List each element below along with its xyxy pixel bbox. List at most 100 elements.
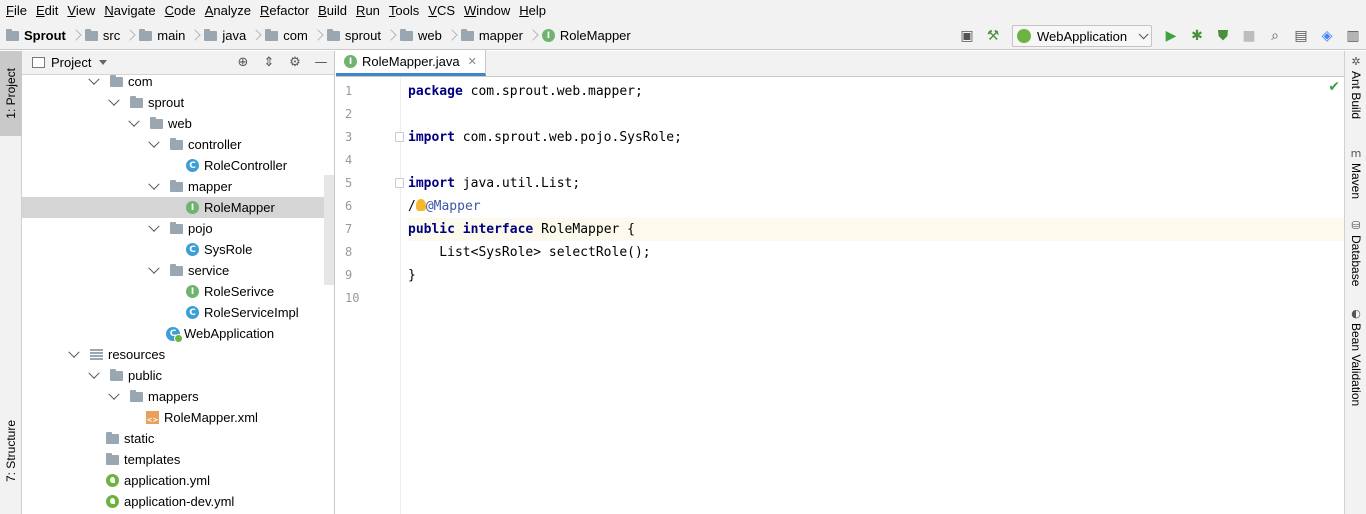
breadcrumb-web[interactable]: web xyxy=(399,22,444,50)
menu-window[interactable]: Window xyxy=(460,0,515,22)
tool-tab-ant-build[interactable]: ✲ Ant Build xyxy=(1345,55,1366,119)
close-icon[interactable]: ✕ xyxy=(468,55,477,68)
menu-run[interactable]: Run xyxy=(352,0,385,22)
code-line[interactable]: import com.sprout.web.pojo.SysRole; xyxy=(408,126,1344,149)
run-icon[interactable]: ▶ xyxy=(1160,25,1182,47)
menu-navigate[interactable]: Navigate xyxy=(100,0,160,22)
chevron-down-icon[interactable] xyxy=(108,388,120,400)
debug-icon[interactable]: ✱ xyxy=(1186,25,1208,47)
run-configuration-select[interactable]: WebApplication xyxy=(1012,25,1152,47)
project-structure-icon[interactable]: ▤ xyxy=(1290,25,1312,47)
tree-item-roleserviceimpl[interactable]: C RoleServiceImpl xyxy=(22,302,334,323)
project-panel-title[interactable]: Project xyxy=(51,55,91,70)
code-lines[interactable]: package com.sprout.web.mapper; import com… xyxy=(408,77,1344,310)
code-line[interactable] xyxy=(408,287,1344,310)
menu-file[interactable]: File xyxy=(2,0,32,22)
breadcrumb-mapper[interactable]: mapper xyxy=(460,22,525,50)
lightbulb-icon[interactable] xyxy=(415,199,426,211)
code-line[interactable]: package com.sprout.web.mapper; xyxy=(408,80,1344,103)
menu-refactor[interactable]: Refactor xyxy=(256,0,314,22)
breadcrumb-java[interactable]: java xyxy=(204,22,248,50)
tree-item-mappers[interactable]: mappers xyxy=(22,386,334,407)
tree-item-sprout[interactable]: sprout xyxy=(22,92,334,113)
chevron-down-icon[interactable] xyxy=(148,220,160,232)
tree-item-application-dev-yml[interactable]: application-dev.yml xyxy=(22,491,334,512)
code-line[interactable] xyxy=(408,103,1344,126)
chevron-down-icon[interactable] xyxy=(99,60,108,65)
code-line[interactable]: List<SysRole> selectRole(); xyxy=(408,241,1344,264)
tree-item-public[interactable]: public xyxy=(22,365,334,386)
menu-edit[interactable]: Edit xyxy=(32,0,63,22)
xml-file-icon: <> xyxy=(146,411,159,424)
tree-item-roleserivce[interactable]: I RoleSerivce xyxy=(22,281,334,302)
menu-build[interactable]: Build xyxy=(314,0,352,22)
breadcrumb-project[interactable]: Sprout xyxy=(6,22,68,50)
folder-icon xyxy=(130,95,143,108)
stop-icon[interactable]: ■ xyxy=(1238,25,1260,47)
menu-help[interactable]: Help xyxy=(515,0,551,22)
menu-view[interactable]: View xyxy=(63,0,100,22)
tree-item-webapplication[interactable]: C WebApplication xyxy=(22,323,334,344)
interface-icon: I xyxy=(186,285,199,298)
tree-item-rolecontroller[interactable]: C RoleController xyxy=(22,155,334,176)
translate-icon[interactable]: ◈ xyxy=(1316,25,1338,47)
code-token: java.util.List; xyxy=(454,176,581,191)
folder-icon xyxy=(170,137,183,150)
tool-tab-bean-validation[interactable]: ◐ Bean Validation xyxy=(1345,307,1366,406)
tree-item-rolemapper-xml[interactable]: <> RoleMapper.xml xyxy=(22,407,334,428)
menu-code[interactable]: Code xyxy=(161,0,201,22)
menu-vcs[interactable]: VCS xyxy=(424,0,460,22)
breadcrumb-src[interactable]: src xyxy=(84,22,122,50)
coverage-icon[interactable]: ⛊ xyxy=(1212,25,1234,47)
tree-item-com[interactable]: com xyxy=(22,71,334,92)
chevron-down-icon[interactable] xyxy=(148,178,160,190)
code-line[interactable]: } xyxy=(408,264,1344,287)
code-area[interactable]: 1 2 3 4 5 6 7 8 9 10 package com.sprout.web.mappe… xyxy=(336,77,1344,514)
chevron-down-icon[interactable] xyxy=(148,262,160,274)
code-token: RoleMapper { xyxy=(533,222,635,237)
scrollbar[interactable] xyxy=(324,175,334,285)
tree-item-resources[interactable]: resources xyxy=(22,344,334,365)
tree-item-web[interactable]: web xyxy=(22,113,334,134)
tool-tab-database[interactable]: ⛁ Database xyxy=(1345,219,1366,286)
tree-item-application-yml[interactable]: application.yml xyxy=(22,470,334,491)
fold-marker-icon[interactable] xyxy=(395,132,404,142)
editor-tab-rolemapper[interactable]: I RoleMapper.java ✕ xyxy=(336,50,486,76)
structure-tool-tab[interactable]: 7: Structure xyxy=(0,406,22,496)
tree-item-service[interactable]: service xyxy=(22,260,334,281)
layout-icon[interactable]: ▣ xyxy=(956,25,978,47)
tree-item-pojo[interactable]: pojo xyxy=(22,218,334,239)
chevron-down-icon[interactable] xyxy=(108,94,120,106)
chevron-down-icon[interactable] xyxy=(128,115,140,127)
breadcrumb-com[interactable]: com xyxy=(265,22,310,50)
project-tool-tab[interactable]: 1: Project xyxy=(0,51,22,136)
tool-tab-maven[interactable]: m Maven xyxy=(1345,147,1366,199)
code-token: import xyxy=(408,130,455,145)
line-number: 3 xyxy=(345,130,353,144)
chevron-down-icon[interactable] xyxy=(68,346,80,358)
code-line[interactable]: / @Mapper xyxy=(408,195,1344,218)
tree-item-rolemapper[interactable]: I RoleMapper xyxy=(22,197,325,218)
menu-tools[interactable]: Tools xyxy=(385,0,424,22)
chevron-down-icon[interactable] xyxy=(88,73,100,85)
breadcrumb-file[interactable]: I RoleMapper xyxy=(541,22,633,50)
tree-item-static[interactable]: static xyxy=(22,428,334,449)
breadcrumb-sprout[interactable]: sprout xyxy=(326,22,383,50)
tree-item-controller[interactable]: controller xyxy=(22,134,334,155)
tree-item-templates[interactable]: templates xyxy=(22,449,334,470)
fold-marker-icon[interactable] xyxy=(395,178,404,188)
chevron-down-icon[interactable] xyxy=(148,136,160,148)
menu-analyze[interactable]: Analyze xyxy=(201,0,256,22)
code-line[interactable]: import java.util.List; xyxy=(408,172,1344,195)
hammer-icon[interactable]: ⚒ xyxy=(982,25,1004,47)
chevron-down-icon[interactable] xyxy=(88,367,100,379)
code-line[interactable] xyxy=(408,149,1344,172)
search-icon[interactable]: ⌕ xyxy=(1264,25,1286,47)
tree-item-sysrole[interactable]: C SysRole xyxy=(22,239,334,260)
code-token: com.sprout.web.mapper; xyxy=(462,84,643,99)
tree-item-mapper[interactable]: mapper xyxy=(22,176,334,197)
code-line[interactable]: public interface RoleMapper { xyxy=(408,218,1344,241)
folder-icon xyxy=(326,28,340,41)
breadcrumb-main[interactable]: main xyxy=(139,22,187,50)
sdk-icon[interactable]: ▥ xyxy=(1342,25,1364,47)
